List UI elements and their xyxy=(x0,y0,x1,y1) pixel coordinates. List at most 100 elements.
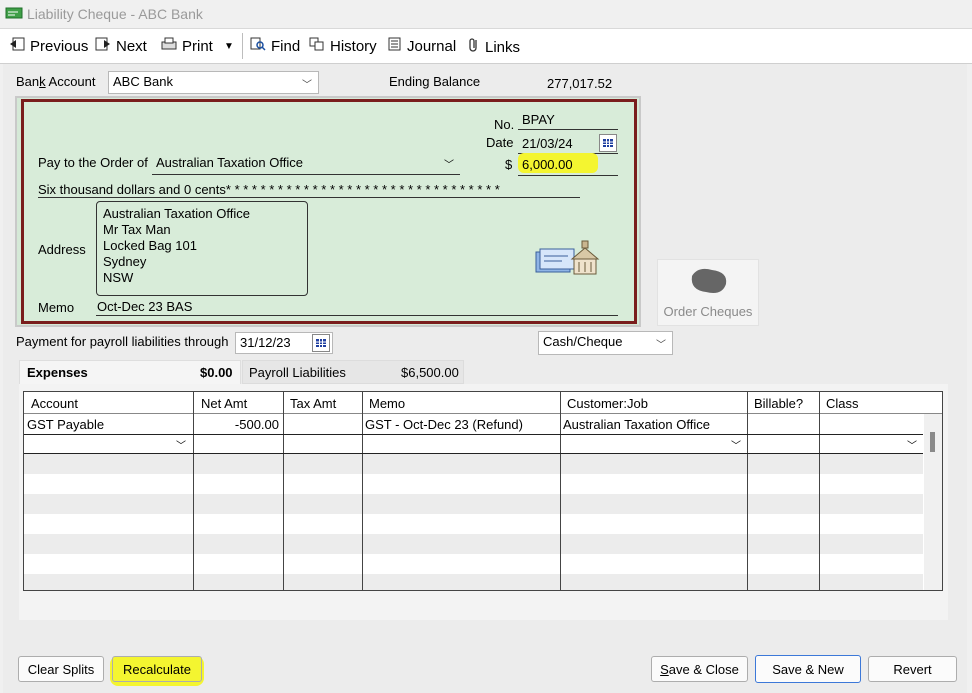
cheque-number-underline xyxy=(518,129,618,130)
bank-account-value: ABC Bank xyxy=(113,74,173,89)
chevron-down-icon: ﹀ xyxy=(444,160,454,171)
next-button[interactable]: Next xyxy=(95,37,147,55)
column-header-class[interactable]: Class xyxy=(826,396,859,411)
address-line: Australian Taxation Office xyxy=(103,206,250,221)
table-row[interactable] xyxy=(24,454,923,474)
paperclip-icon xyxy=(468,37,480,57)
table-scrollbar[interactable] xyxy=(924,414,942,590)
next-icon xyxy=(95,37,111,55)
chevron-down-icon: ﹀ xyxy=(656,340,666,351)
bank-account-select[interactable]: ABC Bank ﹀ xyxy=(108,71,319,94)
amount-in-words: Six thousand dollars and 0 cents* * * * … xyxy=(38,182,500,197)
clear-splits-label: Clear Splits xyxy=(27,661,95,677)
journal-label: Journal xyxy=(407,37,457,55)
save-new-button[interactable]: Save & New xyxy=(755,655,861,683)
memo-field[interactable]: Oct-Dec 23 BAS xyxy=(97,299,192,314)
table-row[interactable]: GST Payable -500.00 GST - Oct-Dec 23 (Re… xyxy=(24,414,923,434)
payment-method-select[interactable]: Cash/Cheque ﹀ xyxy=(538,331,673,355)
tab-payroll-label: Payroll Liabilities xyxy=(249,365,346,380)
print-label: Print xyxy=(182,37,213,55)
payroll-through-date[interactable]: 31/12/23 xyxy=(235,332,333,354)
column-header-net-amt[interactable]: Net Amt xyxy=(201,396,247,411)
address-label: Address xyxy=(38,242,86,257)
revert-label: Revert xyxy=(893,661,932,677)
links-label: Links xyxy=(485,38,521,56)
order-cheques-icon xyxy=(688,266,730,299)
cheque-number-field[interactable]: BPAY xyxy=(522,112,555,127)
calendar-icon[interactable] xyxy=(312,334,330,352)
next-label: Next xyxy=(116,37,147,55)
chevron-down-icon[interactable]: ﹀ xyxy=(176,437,186,452)
cell-memo[interactable]: GST - Oct-Dec 23 (Refund) xyxy=(365,417,523,432)
column-header-billable[interactable]: Billable? xyxy=(754,396,803,411)
scrollbar-thumb[interactable] xyxy=(930,432,935,452)
chevron-down-icon[interactable]: ﹀ xyxy=(731,437,741,452)
column-header-customer-job[interactable]: Customer:Job xyxy=(567,396,648,411)
history-icon xyxy=(309,37,325,55)
address-line: Mr Tax Man xyxy=(103,222,171,237)
recalculate-button[interactable]: Recalculate xyxy=(112,656,202,682)
table-row[interactable] xyxy=(24,534,923,554)
date-field[interactable]: 21/03/24 xyxy=(522,136,573,151)
payee-value: Australian Taxation Office xyxy=(156,155,303,170)
window-title: Liability Cheque - ABC Bank xyxy=(27,6,203,22)
ending-balance-value: 277,017.52 xyxy=(547,76,613,91)
amount-field[interactable]: 6,000.00 xyxy=(522,157,573,172)
pay-to-label: Pay to the Order of xyxy=(38,155,148,170)
print-button[interactable]: Print xyxy=(161,37,213,55)
tab-expenses[interactable]: Expenses $0.00 xyxy=(19,360,241,385)
find-label: Find xyxy=(271,37,301,55)
previous-button[interactable]: Previous xyxy=(9,37,88,55)
expenses-table: Account Net Amt Tax Amt Memo Customer:Jo… xyxy=(23,391,943,591)
find-icon xyxy=(250,37,266,55)
column-header-tax-amt[interactable]: Tax Amt xyxy=(290,396,336,411)
history-button[interactable]: History xyxy=(309,37,377,55)
payee-select[interactable]: Australian Taxation Office ﹀ xyxy=(152,153,460,175)
journal-icon xyxy=(388,37,402,55)
table-row[interactable] xyxy=(24,574,923,590)
find-button[interactable]: Find xyxy=(250,37,300,55)
tab-payroll-liabilities[interactable]: Payroll Liabilities $6,500.00 xyxy=(242,360,464,384)
tab-payroll-amount: $6,500.00 xyxy=(401,365,459,380)
memo-label: Memo xyxy=(38,300,75,315)
title-bar: Liability Cheque - ABC Bank xyxy=(0,0,972,29)
amount-underline xyxy=(518,175,618,176)
revert-button[interactable]: Revert xyxy=(868,656,957,682)
links-button[interactable]: Links xyxy=(468,37,520,57)
bank-account-label: Bank Account xyxy=(16,74,96,89)
payroll-through-label: Payment for payroll liabilities through xyxy=(16,334,229,349)
table-row-editing[interactable]: ﹀ ﹀ ﹀ xyxy=(24,434,923,454)
payroll-through-date-value: 31/12/23 xyxy=(240,335,291,350)
cell-account[interactable]: GST Payable xyxy=(27,417,104,432)
order-cheques-label: Order Cheques xyxy=(663,304,753,319)
previous-icon xyxy=(9,37,25,55)
memo-underline xyxy=(96,315,618,316)
save-new-label: Save & New xyxy=(772,661,844,677)
chevron-down-icon[interactable]: ﹀ xyxy=(907,437,917,452)
payee-underline xyxy=(152,174,460,175)
chevron-down-icon: ﹀ xyxy=(302,80,312,91)
journal-button[interactable]: Journal xyxy=(388,37,456,55)
address-line: NSW xyxy=(103,270,134,285)
save-close-button[interactable]: Save & Close xyxy=(651,656,748,682)
order-cheques-button[interactable]: Order Cheques xyxy=(657,259,759,326)
toolbar-separator xyxy=(242,33,243,59)
clear-splits-button[interactable]: Clear Splits xyxy=(18,656,104,682)
cell-net-amt[interactable]: -500.00 xyxy=(194,417,279,432)
cheque-number-label: No. xyxy=(494,117,515,132)
tab-expenses-amount: $0.00 xyxy=(200,365,233,380)
amount-words-underline xyxy=(38,197,580,198)
toolbar: Previous Next Print ▼ Find History Journ… xyxy=(0,29,972,64)
dollar-sign: $ xyxy=(505,157,513,172)
ending-balance-label: Ending Balance xyxy=(389,74,481,89)
table-row[interactable] xyxy=(24,494,923,514)
address-line: Sydney xyxy=(103,254,147,269)
cheque-app-icon xyxy=(5,5,23,21)
cell-customer-job[interactable]: Australian Taxation Office xyxy=(563,417,710,432)
print-dropdown-icon[interactable]: ▼ xyxy=(224,41,234,52)
calendar-icon[interactable] xyxy=(599,134,617,152)
address-box[interactable]: Australian Taxation Office Mr Tax Man Lo… xyxy=(96,201,308,296)
column-header-account[interactable]: Account xyxy=(31,396,78,411)
column-header-memo[interactable]: Memo xyxy=(369,396,405,411)
date-label: Date xyxy=(486,135,514,150)
